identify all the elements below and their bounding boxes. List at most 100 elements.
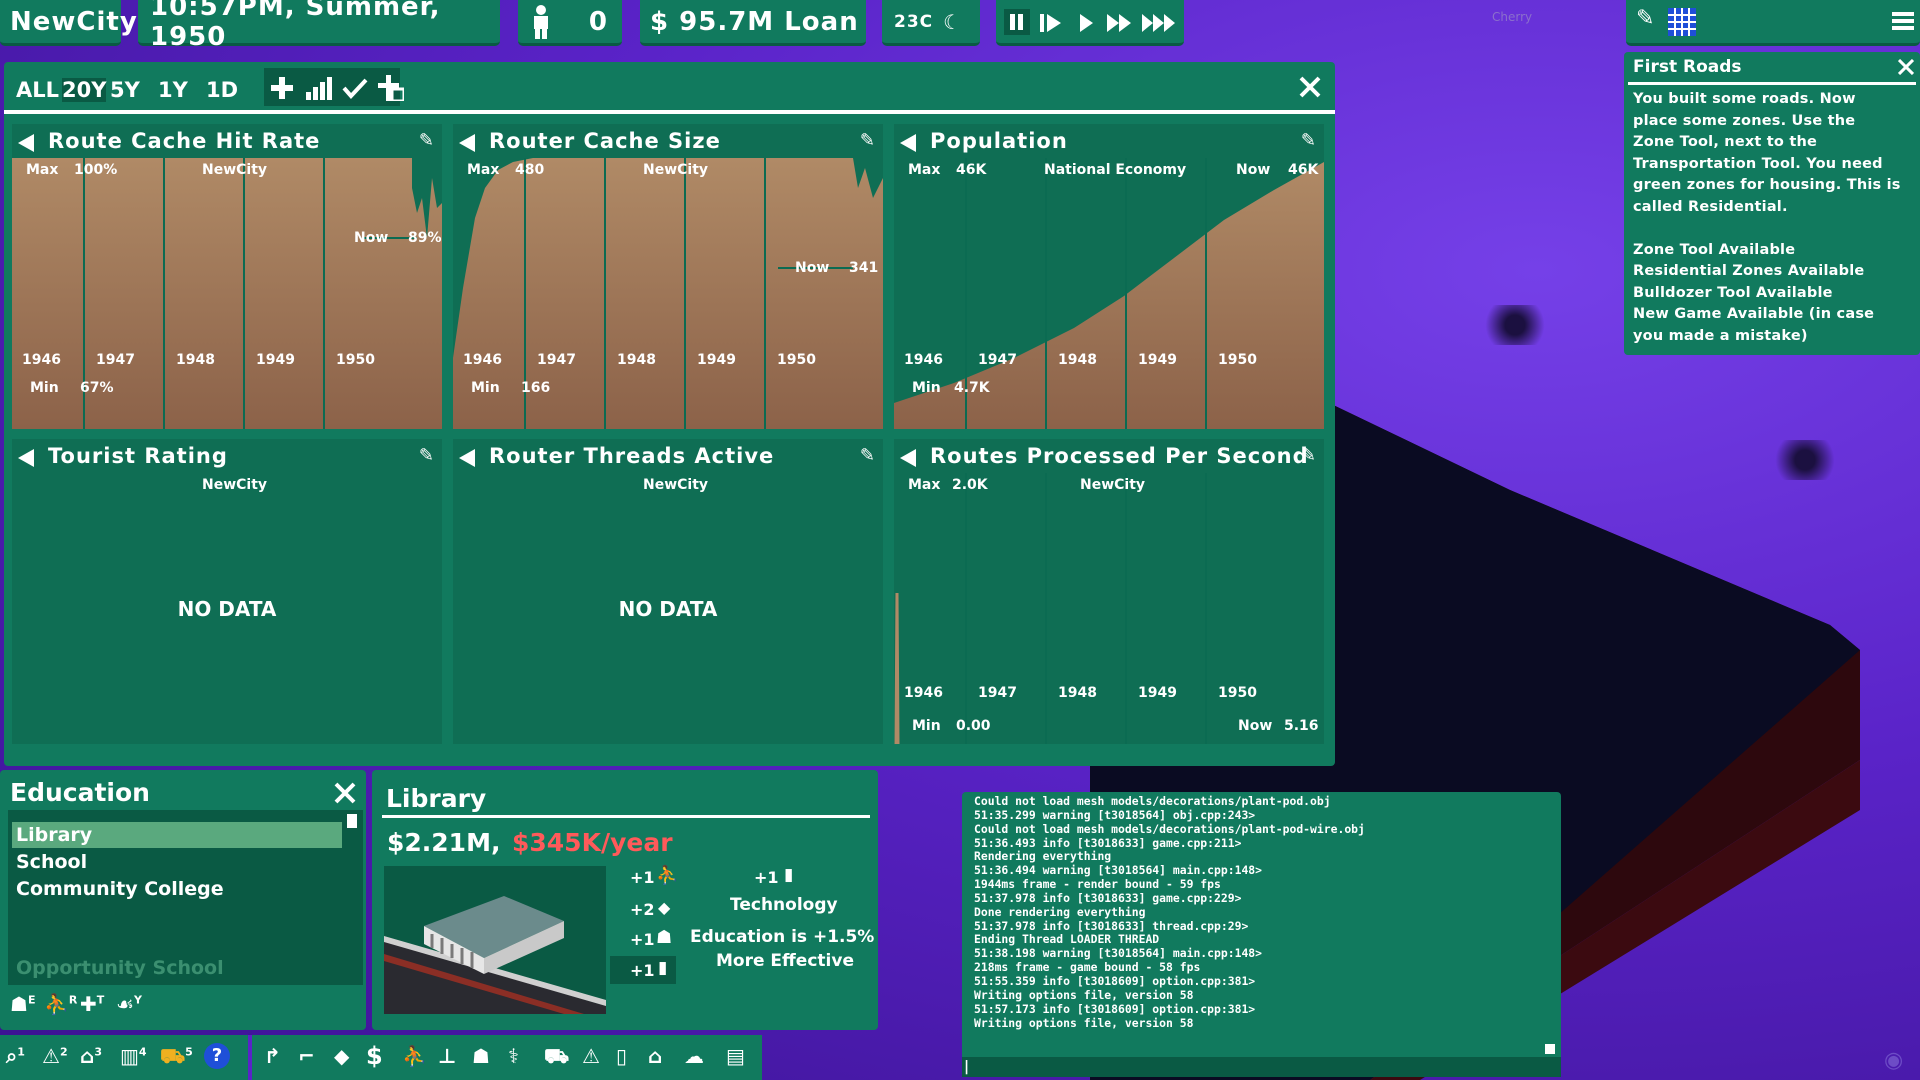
transport-icon[interactable]: ↱ (264, 1044, 281, 1068)
building-icon[interactable]: ▥4 (120, 1044, 147, 1068)
pin-icon[interactable]: ✎ (860, 130, 875, 151)
back-arrow-icon[interactable] (459, 449, 475, 467)
chart-population: Population ✎ Max 46K National Economy No… (894, 124, 1324, 429)
search-icon[interactable]: ⌕1 (6, 1044, 25, 1068)
city-name: NewCity (10, 6, 138, 37)
category-icon-strip: ↱ ⌐ ◆ $ ⛹ ⊥ ☗ ⚕ ⛟ ⚠ ▯ ⌂ ☁ ▤ (252, 1035, 762, 1080)
park-icon[interactable]: ☁ (684, 1044, 704, 1068)
pin-icon[interactable]: ✎ (1636, 6, 1655, 31)
max-label: Max (908, 477, 941, 493)
range-1d[interactable]: 1D (206, 78, 238, 102)
console-input[interactable]: | (962, 1057, 1561, 1077)
warning-icon[interactable]: ⚠ (582, 1044, 600, 1068)
grid-icon[interactable] (1668, 8, 1696, 36)
weather-display[interactable]: 23C ☾ (882, 0, 980, 46)
check-icon[interactable] (342, 77, 368, 99)
health-icon[interactable]: ⚕ (508, 1044, 519, 1068)
city-name-button[interactable]: NewCity (0, 0, 137, 46)
play-slow-button[interactable] (1040, 12, 1062, 34)
money-text: $ 95.7M Loan (650, 6, 859, 37)
max-value: 480 (515, 162, 545, 178)
pin-icon[interactable]: ✎ (419, 445, 434, 466)
pause-button[interactable] (1004, 9, 1030, 35)
add-multi-icon[interactable] (378, 75, 404, 101)
add-chart-icon[interactable] (271, 77, 293, 99)
tech-tab-icon[interactable]: ✚T (80, 992, 104, 1016)
home-icon[interactable]: ⌂ (648, 1044, 662, 1068)
effect-plus: +1 (630, 930, 655, 949)
people-icon[interactable]: ☗ (472, 1044, 490, 1068)
divider (1628, 82, 1916, 85)
back-arrow-icon[interactable] (18, 449, 34, 467)
list-item-library[interactable]: Library (12, 822, 342, 848)
pin-icon[interactable]: ✎ (1301, 130, 1316, 151)
education-tab-icon[interactable]: ☗E (10, 992, 35, 1016)
max-value: 100% (74, 162, 118, 178)
range-all[interactable]: ALL (16, 78, 59, 102)
house-icon[interactable]: ⌂3 (80, 1044, 102, 1068)
min-label: Min (30, 380, 59, 396)
now-label: Now (354, 230, 389, 246)
eye-icon[interactable]: ◉ (1884, 1048, 1903, 1073)
research-tab-icon[interactable]: ⛹R (44, 992, 77, 1016)
min-label: Min (912, 718, 941, 734)
chart-routes-processed-per-second: Routes Processed Per Second ✎ Max 2.0K N… (894, 439, 1324, 744)
pipe-icon[interactable]: ⌐ (298, 1044, 315, 1068)
temperature-text: 23C (894, 11, 934, 32)
min-value: 166 (521, 380, 551, 396)
scope-label: NewCity (643, 162, 709, 178)
help-icon[interactable]: ? (204, 1043, 230, 1069)
speed-controls (996, 0, 1184, 46)
scope-label: NewCity (643, 477, 709, 493)
datetime-display[interactable]: 10:57PM, Summer, 1950 (138, 0, 500, 52)
road-icon[interactable]: ⚠2 (42, 1044, 68, 1068)
back-arrow-icon[interactable] (18, 134, 34, 152)
range-20y[interactable]: 20Y (62, 78, 107, 102)
bar-chart-icon[interactable] (306, 76, 332, 100)
building-upkeep: $345K/year (512, 828, 673, 857)
population-display[interactable]: 0 (518, 0, 622, 46)
hint-body: You built some roads. Now place some zon… (1633, 91, 1901, 344)
console-icon[interactable]: ▤ (726, 1044, 745, 1068)
bus-icon[interactable]: ▯ (616, 1044, 627, 1068)
chart-plot: Max 100% NewCity Now 89% 1946 1947 1948 … (12, 158, 442, 429)
range-1y[interactable]: 1Y (158, 78, 188, 102)
city-watermark: Cherry (1492, 10, 1533, 24)
recreation-icon[interactable]: ⛹ (402, 1044, 427, 1068)
police-car-icon[interactable]: ⛟ (544, 1044, 569, 1071)
list-item-school[interactable]: School (12, 849, 342, 875)
pin-icon[interactable]: ✎ (1301, 445, 1316, 466)
close-icon[interactable] (1898, 59, 1914, 75)
youth-tab-icon[interactable]: ☙Y (116, 992, 142, 1016)
budget-button[interactable]: $ 95.7M Loan (640, 0, 866, 46)
min-value: 0.00 (956, 718, 991, 734)
year-label: 1946 (904, 352, 943, 368)
scrollbar-thumb[interactable] (1545, 1044, 1555, 1054)
chart-title: Router Cache Size (489, 129, 721, 153)
min-label: Min (471, 380, 500, 396)
pin-icon[interactable]: ✎ (419, 130, 434, 151)
close-icon[interactable] (1299, 76, 1321, 98)
money-icon[interactable]: $ (366, 1042, 383, 1070)
education-icon[interactable]: ◆ (334, 1044, 349, 1068)
range-5y[interactable]: 5Y (110, 78, 140, 102)
statistics-panel: ALL 20Y 5Y 1Y 1D Route Cache Hit Rate ✎ … (4, 62, 1335, 766)
monument-icon[interactable]: ⊥ (438, 1044, 456, 1068)
list-item-community-college[interactable]: Community College (12, 876, 342, 902)
pause-icon (1010, 14, 1015, 30)
back-arrow-icon[interactable] (459, 134, 475, 152)
chart-router-threads-active: Router Threads Active ✎ NewCity NO DATA (453, 439, 883, 744)
bulldozer-icon[interactable]: ⛟5 (160, 1044, 193, 1071)
fastest-forward-button[interactable] (1142, 12, 1178, 34)
play-button[interactable] (1078, 12, 1094, 34)
pin-icon[interactable]: ✎ (860, 445, 875, 466)
year-label: 1950 (336, 352, 375, 368)
back-arrow-icon[interactable] (900, 449, 916, 467)
chart-header: Route Cache Hit Rate ✎ (12, 124, 442, 158)
fast-forward-button[interactable] (1106, 12, 1134, 34)
back-arrow-icon[interactable] (900, 134, 916, 152)
effect-plus: +1 (630, 961, 655, 980)
menu-icon[interactable] (1892, 10, 1914, 32)
scrollbar[interactable] (346, 812, 358, 980)
close-icon[interactable] (334, 782, 356, 804)
